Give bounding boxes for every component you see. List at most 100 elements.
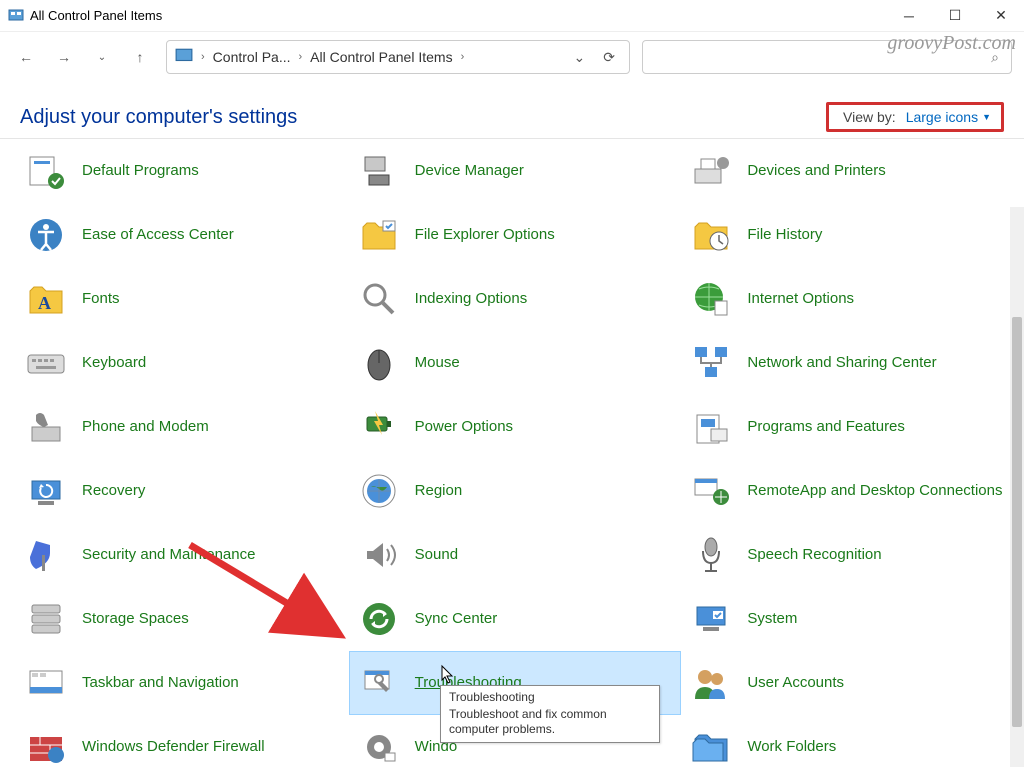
chevron-right-icon[interactable]: › [199, 51, 207, 63]
network-sharing-icon [689, 341, 733, 385]
item-programs-features[interactable]: Programs and Features [681, 395, 1014, 459]
back-button[interactable]: ← [12, 43, 40, 71]
chevron-down-icon: ▼ [982, 112, 991, 122]
indexing-options-icon [357, 277, 401, 321]
item-label: Network and Sharing Center [747, 354, 936, 372]
window-controls: ─ ☐ ✕ [886, 0, 1024, 32]
power-options-icon [357, 405, 401, 449]
item-label: Sync Center [415, 610, 498, 628]
close-button[interactable]: ✕ [978, 0, 1024, 32]
item-phone-modem[interactable]: Phone and Modem [16, 395, 349, 459]
item-label: Mouse [415, 354, 460, 372]
item-label: Speech Recognition [747, 546, 881, 564]
item-internet-options[interactable]: Internet Options [681, 267, 1014, 331]
tooltip: Troubleshooting Troubleshoot and fix com… [440, 685, 660, 743]
item-label: File Explorer Options [415, 226, 555, 244]
item-label: Programs and Features [747, 418, 905, 436]
item-label: Power Options [415, 418, 513, 436]
item-windows-defender-firewall[interactable]: Windows Defender Firewall [16, 715, 349, 767]
fonts-icon: A [24, 277, 68, 321]
item-label: Work Folders [747, 738, 836, 756]
item-power-options[interactable]: Power Options [349, 395, 682, 459]
maximize-button[interactable]: ☐ [932, 0, 978, 32]
item-work-folders[interactable]: Work Folders [681, 715, 1014, 767]
vertical-scrollbar[interactable] [1010, 207, 1024, 767]
gear-icon [357, 725, 401, 767]
firewall-icon [24, 725, 68, 767]
item-label: Default Programs [82, 162, 199, 180]
chevron-right-icon[interactable]: › [459, 51, 467, 63]
tooltip-title: Troubleshooting [449, 690, 651, 706]
item-label: Internet Options [747, 290, 854, 308]
item-devices-and-printers[interactable]: Devices and Printers [681, 139, 1014, 203]
svg-text:A: A [38, 293, 51, 313]
item-device-manager[interactable]: Device Manager [349, 139, 682, 203]
ease-of-access-icon [24, 213, 68, 257]
item-system[interactable]: System [681, 587, 1014, 651]
address-bar[interactable]: › Control Pa... › All Control Panel Item… [166, 40, 630, 74]
file-explorer-options-icon [357, 213, 401, 257]
view-by-label: View by: [843, 109, 896, 125]
item-label: Windows Defender Firewall [82, 738, 265, 756]
annotation-arrow [180, 535, 370, 665]
navbar: ← → ⌄ ↑ › Control Pa... › All Control Pa… [0, 32, 1024, 82]
taskbar-navigation-icon [24, 661, 68, 705]
item-label: Device Manager [415, 162, 524, 180]
item-keyboard[interactable]: Keyboard [16, 331, 349, 395]
file-history-icon [689, 213, 733, 257]
recent-dropdown[interactable]: ⌄ [88, 43, 116, 71]
item-recovery[interactable]: Recovery [16, 459, 349, 523]
tooltip-body: Troubleshoot and fix common computer pro… [449, 707, 651, 738]
item-speech-recognition[interactable]: Speech Recognition [681, 523, 1014, 587]
programs-features-icon [689, 405, 733, 449]
storage-spaces-icon [24, 597, 68, 641]
item-file-history[interactable]: File History [681, 203, 1014, 267]
item-label: File History [747, 226, 822, 244]
phone-modem-icon [24, 405, 68, 449]
item-indexing-options[interactable]: Indexing Options [349, 267, 682, 331]
internet-options-icon [689, 277, 733, 321]
up-button[interactable]: ↑ [126, 43, 154, 71]
breadcrumb-all-items[interactable]: All Control Panel Items [310, 49, 452, 65]
item-region[interactable]: Region [349, 459, 682, 523]
item-label: Recovery [82, 482, 145, 500]
window-title: All Control Panel Items [30, 8, 886, 23]
scrollbar-thumb[interactable] [1012, 317, 1022, 727]
item-mouse[interactable]: Mouse [349, 331, 682, 395]
view-by-value[interactable]: Large icons▼ [906, 109, 991, 125]
refresh-button[interactable]: ⟳ [597, 49, 621, 66]
remoteapp-icon [689, 469, 733, 513]
item-fonts[interactable]: AFonts [16, 267, 349, 331]
item-label: Phone and Modem [82, 418, 209, 436]
header: Adjust your computer's settings View by:… [0, 82, 1024, 139]
breadcrumb-control-panel[interactable]: Control Pa... [213, 49, 291, 65]
chevron-right-icon[interactable]: › [297, 51, 305, 63]
devices-printers-icon [689, 149, 733, 193]
minimize-button[interactable]: ─ [886, 0, 932, 32]
view-by-control[interactable]: View by: Large icons▼ [826, 102, 1004, 132]
item-default-programs[interactable]: Default Programs [16, 139, 349, 203]
default-programs-icon [24, 149, 68, 193]
keyboard-icon [24, 341, 68, 385]
control-panel-crumb-icon [175, 47, 193, 68]
security-maintenance-icon [24, 533, 68, 577]
watermark: groovyPost.com [887, 32, 1016, 55]
item-label: Sound [415, 546, 458, 564]
item-file-explorer-options[interactable]: File Explorer Options [349, 203, 682, 267]
mouse-icon [357, 341, 401, 385]
recovery-icon [24, 469, 68, 513]
history-dropdown[interactable]: ⌄ [568, 49, 592, 66]
system-icon [689, 597, 733, 641]
item-user-accounts[interactable]: User Accounts [681, 651, 1014, 715]
item-sound[interactable]: Sound [349, 523, 682, 587]
work-folders-icon [689, 725, 733, 767]
item-remoteapp[interactable]: RemoteApp and Desktop Connections [681, 459, 1014, 523]
item-label: Region [415, 482, 463, 500]
item-network-sharing[interactable]: Network and Sharing Center [681, 331, 1014, 395]
forward-button[interactable]: → [50, 43, 78, 71]
item-label: Devices and Printers [747, 162, 885, 180]
item-label: Indexing Options [415, 290, 528, 308]
item-label: Ease of Access Center [82, 226, 234, 244]
item-ease-of-access[interactable]: Ease of Access Center [16, 203, 349, 267]
item-sync-center[interactable]: Sync Center [349, 587, 682, 651]
